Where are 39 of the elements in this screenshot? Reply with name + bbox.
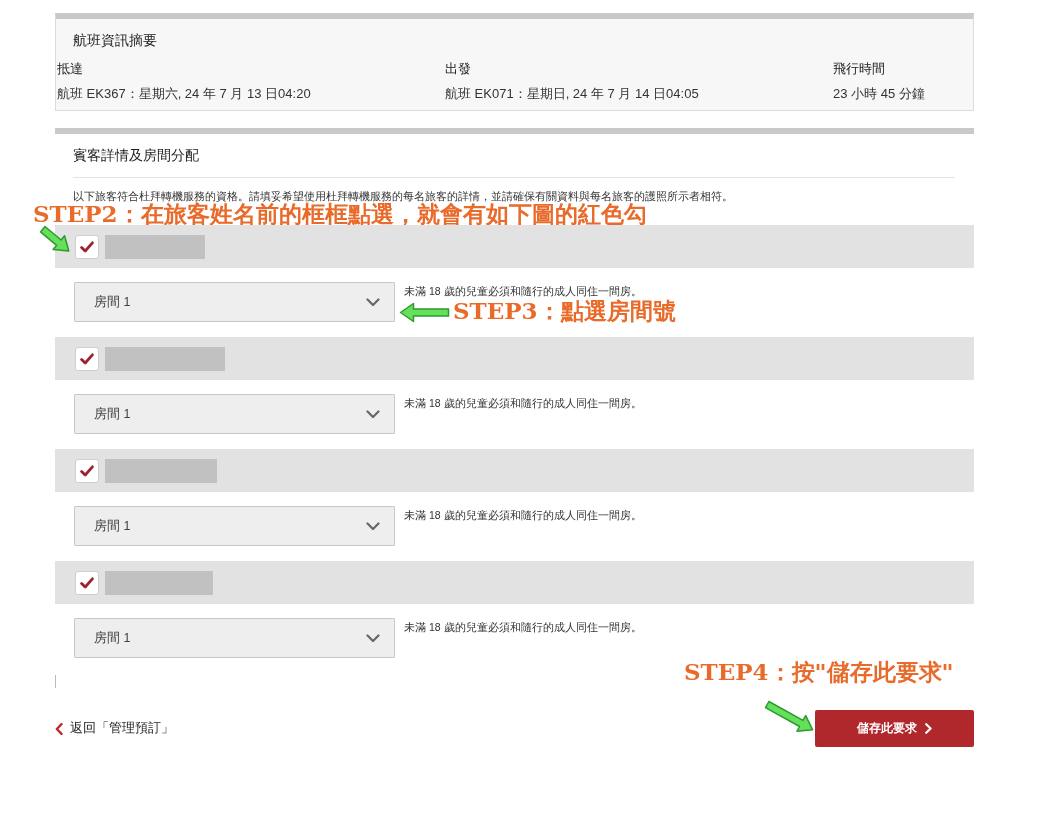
field-value: 23 小時 45 分鐘 xyxy=(833,85,926,103)
chevron-left-icon xyxy=(55,722,63,735)
arrow-icon xyxy=(39,225,71,253)
description-text: 以下旅客符合杜拜轉機服務的資格。請填妥希望使用杜拜轉機服務的每名旅客的詳情，並請確保有關資料與每名旅客的護照所示者相符。 xyxy=(73,190,734,202)
check-icon xyxy=(80,352,94,365)
field-value: 航班 EK071：星期日, 24 年 7 月 14 日04:05 xyxy=(445,85,700,103)
room-select[interactable]: 房間 1 xyxy=(74,282,395,322)
checkbox[interactable] xyxy=(75,570,99,595)
room-select[interactable]: 房間 1 xyxy=(74,506,395,546)
check-icon xyxy=(80,464,94,477)
room-select[interactable]: 房間 1 xyxy=(74,394,395,434)
section-title: 航班資訊摘要 xyxy=(72,31,158,49)
section-title: 賓客詳情及房間分配 xyxy=(72,146,200,164)
back-link[interactable]: 返回「管理預訂」 xyxy=(55,720,174,737)
arrow-icon xyxy=(399,302,450,323)
checkbox[interactable] xyxy=(75,234,99,259)
notice-text: 未滿 18 歲的兒童必須和隨行的成人同住一間房。 xyxy=(404,284,642,298)
annotation-text: STEP2：在旅客姓名前的框框點選，就會有如下圖的紅色勾 xyxy=(33,202,647,225)
checkbox[interactable] xyxy=(75,458,99,483)
field-label: 飛行時間 xyxy=(833,60,886,78)
field-label: 出發 xyxy=(445,60,472,78)
chevron-down-icon xyxy=(366,633,380,643)
notice-text: 未滿 18 歲的兒童必須和隨行的成人同住一間房。 xyxy=(404,396,642,410)
check-icon xyxy=(80,240,94,253)
save-button[interactable]: 儲存此要求 xyxy=(815,710,974,747)
annotation-text: STEP4：按"儲存此要求" xyxy=(684,660,954,684)
chevron-down-icon xyxy=(366,409,380,419)
chevron-right-icon xyxy=(925,723,932,734)
notice-text: 未滿 18 歲的兒童必須和隨行的成人同住一間房。 xyxy=(404,508,642,522)
notice-text: 未滿 18 歲的兒童必須和隨行的成人同住一間房。 xyxy=(404,620,642,634)
room-select[interactable]: 房間 1 xyxy=(74,618,395,658)
chevron-down-icon xyxy=(366,521,380,531)
field-label: 抵達 xyxy=(57,60,84,78)
arrow-icon xyxy=(764,700,815,733)
check-icon xyxy=(80,576,94,589)
annotation-text: STEP3：點選房間號 xyxy=(453,299,676,323)
chevron-down-icon xyxy=(366,297,380,307)
checkbox[interactable] xyxy=(75,346,99,371)
field-value: 航班 EK367：星期六, 24 年 7 月 13 日04:20 xyxy=(57,85,312,103)
